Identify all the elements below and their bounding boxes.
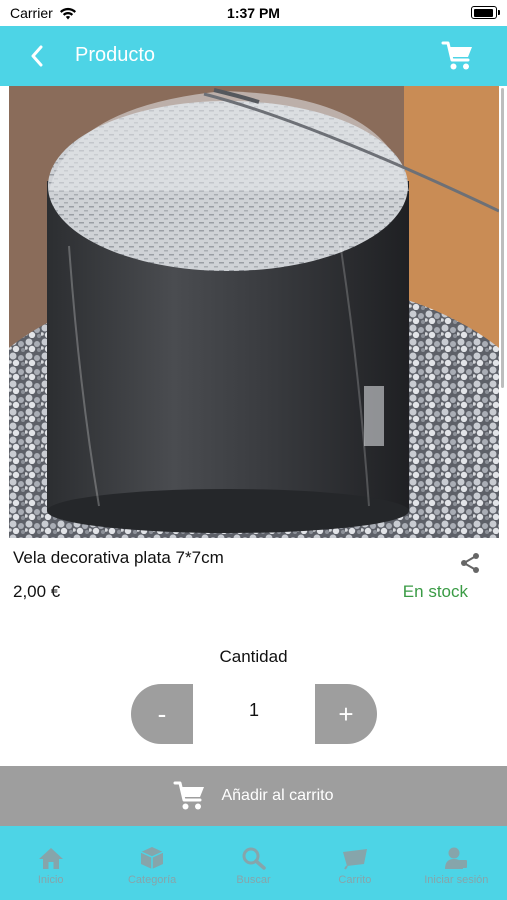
- tab-buscar[interactable]: Buscar: [203, 826, 304, 900]
- candle-photo: [9, 86, 499, 538]
- tab-label: Categoría: [127, 874, 177, 886]
- tab-bar: Inicio Categoría Buscar Carrito Iniciar …: [0, 826, 507, 900]
- page-title: Producto: [75, 44, 156, 66]
- product-name: Vela decorativa plata 7*7cm: [13, 548, 224, 567]
- status-bar: Carrier 1:37 PM: [0, 0, 507, 26]
- search-icon: [242, 847, 266, 870]
- quantity-label: Cantidad: [219, 647, 288, 666]
- add-to-cart-button[interactable]: Añadir al carrito: [0, 766, 507, 826]
- tab-label: Buscar: [236, 874, 271, 886]
- chevron-left-icon: [31, 45, 43, 67]
- product-image: [9, 86, 499, 538]
- back-button[interactable]: [22, 41, 52, 71]
- stock-status: En stock: [402, 582, 468, 601]
- tab-carrito[interactable]: Carrito: [304, 826, 405, 900]
- tab-inicio[interactable]: Inicio: [0, 826, 101, 900]
- product-price: 2,00 €: [13, 582, 61, 601]
- home-icon: [38, 848, 63, 869]
- quantity-increase-button[interactable]: +: [315, 684, 377, 744]
- quantity-value: 1: [248, 700, 259, 720]
- battery-icon: [471, 6, 500, 19]
- tab-label: Carrito: [338, 874, 372, 886]
- share-button[interactable]: [459, 552, 481, 574]
- cart-icon: [342, 849, 367, 870]
- share-icon: [461, 553, 479, 573]
- status-time: 1:37 PM: [227, 5, 280, 21]
- cart-button[interactable]: [441, 39, 475, 73]
- user-icon: [445, 847, 468, 869]
- cube-icon: [140, 847, 164, 869]
- tab-label: Inicio: [37, 874, 64, 886]
- cart-icon: [173, 781, 205, 810]
- add-to-cart-label: Añadir al carrito: [221, 787, 334, 804]
- quantity-decrease-button[interactable]: -: [131, 684, 193, 744]
- tab-categoria[interactable]: Categoría: [101, 826, 202, 900]
- nav-bar: Producto: [0, 26, 507, 86]
- tab-label: Iniciar sesión: [424, 874, 489, 886]
- scroll-indicator[interactable]: [501, 88, 504, 388]
- tab-iniciar-sesion[interactable]: Iniciar sesión: [406, 826, 507, 900]
- cart-icon: [441, 41, 472, 70]
